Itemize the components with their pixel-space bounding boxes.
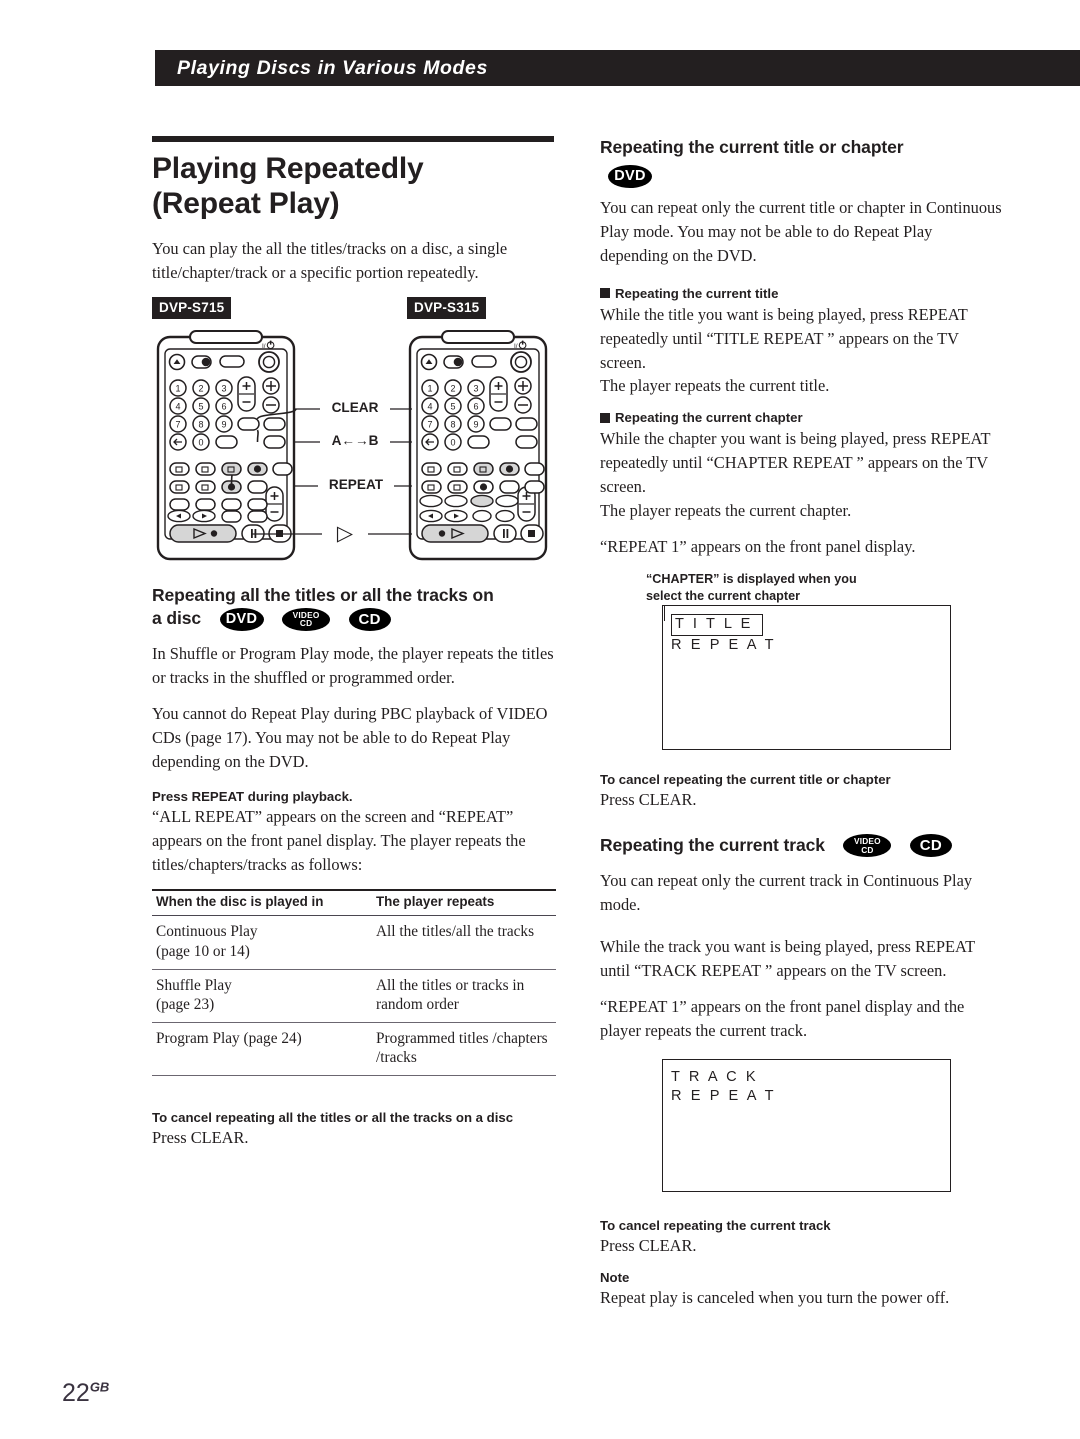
- table-header-result: The player repeats: [372, 889, 556, 917]
- tv-screen-box: T I T L E R E P E A T: [662, 604, 951, 750]
- repeat-all-para2: You cannot do Repeat Play during PBC pla…: [152, 703, 548, 771]
- table-header-condition: When the disc is played in: [152, 889, 372, 917]
- callout-ab: A←→B: [320, 433, 390, 449]
- bullet-square-icon: [600, 288, 610, 299]
- tv-screen-title-repeat: “CHAPTER” is displayed when you select t…: [600, 571, 1004, 750]
- table-row: Continuous Play (page 10 or 14) All the …: [152, 915, 556, 970]
- callout-repeat: REPEAT: [318, 477, 394, 493]
- table-cell-result: All the titles/all the tracks: [372, 915, 556, 970]
- right-column: Repeating the current title or chapter D…: [600, 136, 1004, 1322]
- remote-control-diagram: I/ 1 2 3: [152, 329, 556, 564]
- repeat-all-para3: “ALL REPEAT” appears on the screen and “…: [152, 807, 526, 875]
- table-row: Program Play (page 24) Programmed titles…: [152, 1022, 556, 1076]
- page-number-suffix: GB: [89, 1379, 110, 1395]
- model-tag-s315: DVP-S315: [407, 297, 487, 320]
- table-header-row: When the disc is played in The player re…: [152, 889, 556, 917]
- heading-repeat-all-line2: a disc: [152, 607, 202, 628]
- heading-repeat-track-text: Repeating the current track: [600, 834, 825, 855]
- badge-video-cd: VIDEO CD: [282, 607, 331, 631]
- note-heading: Note: [600, 1270, 630, 1286]
- cancel-all-body: Press CLEAR.: [152, 1127, 249, 1147]
- bullet-square-icon: [600, 412, 610, 423]
- remote-s315: [408, 329, 548, 561]
- heading-repeat-track: Repeating the current track VIDEO CD CD: [600, 834, 1004, 858]
- chapter-callout-line1: “CHAPTER” is displayed when you: [646, 572, 857, 587]
- page-number-value: 22: [62, 1379, 90, 1407]
- title-rule: [152, 136, 554, 142]
- track-para2: While the track you want is being played…: [600, 937, 975, 981]
- note-body: Repeat play is canceled when you turn th…: [600, 1288, 950, 1308]
- bullet-title-body2: The player repeats the current title.: [600, 376, 830, 396]
- cancel-track-body: Press CLEAR.: [600, 1236, 697, 1256]
- tv-screen-box: T R A C K R E P E A T: [662, 1059, 951, 1193]
- chapter-callout-line2: select the current chapter: [646, 588, 800, 603]
- table-cell-condition: Shuffle Play (page 23): [152, 969, 372, 1023]
- table-row: Shuffle Play (page 23) All the titles or…: [152, 969, 556, 1023]
- badge-cd: CD: [348, 607, 391, 631]
- page-title: Playing Repeatedly (Repeat Play): [152, 151, 556, 221]
- press-repeat-lead: Press REPEAT during playback.: [152, 789, 353, 805]
- bullet-heading-chapter: Repeating the current chapter: [600, 410, 1004, 425]
- heading-repeat-all-line1: Repeating all the titles or all the trac…: [152, 585, 494, 606]
- track-para1: You can repeat only the current track in…: [600, 871, 973, 915]
- model-tags: DVP-S715 DVP-S315: [152, 297, 556, 321]
- callout-play-icon: ▷: [322, 523, 368, 545]
- table-cell-result: All the titles or tracks in random order: [372, 969, 556, 1023]
- osd-text: T I T L E R E P E A T: [663, 606, 950, 655]
- bullet-chapter-body1: While the chapter you want is being play…: [600, 429, 991, 497]
- heading-repeat-all: Repeating all the titles or all the trac…: [152, 584, 556, 631]
- repeat-modes-table: When the disc is played in The player re…: [152, 889, 556, 1076]
- repeat-all-para1: In Shuffle or Program Play mode, the pla…: [152, 643, 554, 687]
- callout-clear: CLEAR: [320, 400, 390, 416]
- table-cell-result: Programmed titles /chapters /tracks: [372, 1022, 556, 1076]
- badge-dvd: DVD: [219, 607, 264, 631]
- bullet-title-body1: While the title you want is being played…: [600, 304, 968, 372]
- table-cell-condition: Program Play (page 24): [152, 1022, 372, 1076]
- badge-cd: CD: [909, 834, 952, 858]
- osd-track: T R A C K: [671, 1069, 759, 1086]
- page-title-line2: (Repeat Play): [152, 187, 340, 221]
- model-tag-s715: DVP-S715: [152, 297, 232, 320]
- table-body: Continuous Play (page 10 or 14) All the …: [152, 915, 556, 1076]
- remote-s715: [156, 329, 297, 561]
- bullet-heading-chapter-text: Repeating the current chapter: [615, 410, 803, 426]
- chapter-callout-label: “CHAPTER” is displayed when you select t…: [646, 571, 1004, 604]
- title-chapter-para1: You can repeat only the current title or…: [600, 197, 1002, 265]
- cancel-title-chapter-heading: To cancel repeating the current title or…: [600, 771, 891, 787]
- play-button-s715: [169, 524, 237, 543]
- running-head-text: Playing Discs in Various Modes: [177, 56, 488, 79]
- callout-tick: [664, 605, 666, 622]
- running-head-bar: Playing Discs in Various Modes: [155, 50, 1080, 86]
- osd-text: T R A C K R E P E A T: [663, 1060, 950, 1106]
- heading-repeat-title-chapter: Repeating the current title or chapter: [600, 137, 904, 157]
- intro-paragraph: You can play the all the titles/tracks o…: [152, 239, 508, 283]
- cancel-title-chapter-body: Press CLEAR.: [600, 789, 697, 809]
- bullet-chapter-body2: The player repeats the current chapter.: [600, 501, 852, 521]
- page-number: 22GB: [62, 1379, 109, 1408]
- bullet-heading-title: Repeating the current title: [600, 286, 1004, 301]
- badge-dvd: DVD: [608, 164, 652, 188]
- cancel-track-heading: To cancel repeating the current track: [600, 1218, 831, 1234]
- left-column: Playing Repeatedly (Repeat Play) You can…: [152, 136, 556, 1162]
- badge-video-cd: VIDEO CD: [843, 834, 892, 858]
- table-cell-condition: Continuous Play (page 10 or 14): [152, 915, 372, 970]
- repeat1-front-panel-note: “REPEAT 1” appears on the front panel di…: [600, 537, 916, 557]
- play-button-s315: [421, 524, 489, 543]
- bullet-heading-title-text: Repeating the current title: [615, 285, 779, 301]
- page-title-line1: Playing Repeatedly: [152, 152, 424, 185]
- badge-row-dvd: DVD: [608, 164, 1004, 188]
- tv-screen-track-repeat: T R A C K R E P E A T: [600, 1059, 1004, 1193]
- cancel-all-heading: To cancel repeating all the titles or al…: [152, 1109, 514, 1125]
- osd-title-boxed: T I T L E: [671, 613, 764, 636]
- track-para3: “REPEAT 1” appears on the front panel di…: [600, 997, 965, 1041]
- osd-repeat: R E P E A T: [671, 636, 777, 653]
- osd-repeat: R E P E A T: [671, 1088, 777, 1105]
